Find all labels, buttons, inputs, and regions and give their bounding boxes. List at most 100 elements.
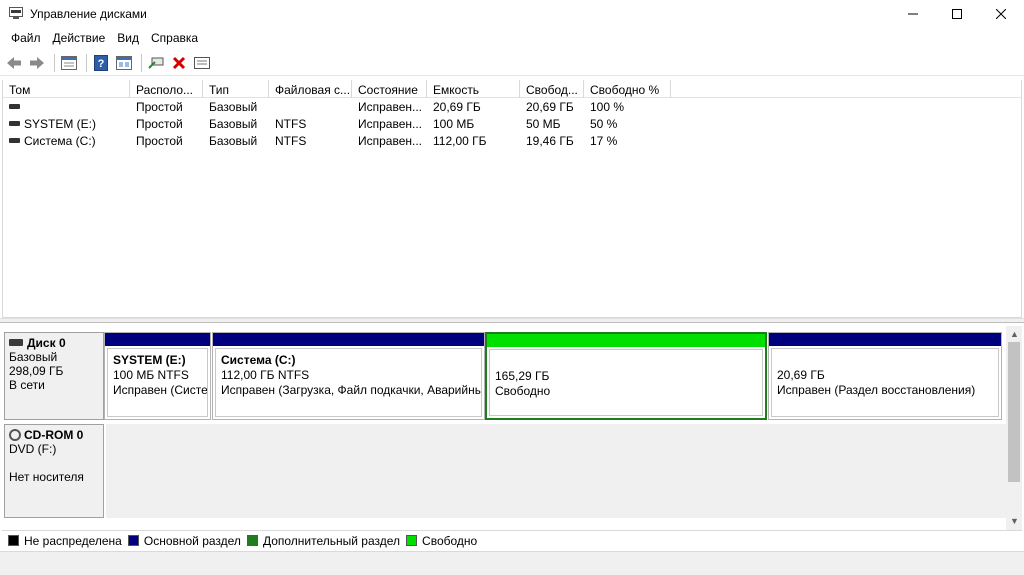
- partition-size: 100 МБ NTFS: [113, 368, 189, 382]
- view-button[interactable]: [114, 53, 134, 73]
- cdrom-empty-area: [106, 424, 1006, 518]
- maximize-button[interactable]: [934, 0, 980, 28]
- legend-extended: Дополнительный раздел: [246, 533, 401, 548]
- volume-list-header: Том Располо... Тип Файловая с... Состоян…: [3, 80, 1021, 98]
- partition-recovery[interactable]: 20,69 ГБ Исправен (Раздел восстановления…: [768, 332, 1002, 420]
- toolbar: ?: [0, 50, 1024, 76]
- legend-label: Дополнительный раздел: [262, 533, 401, 548]
- cell-filesystem: NTFS: [275, 117, 307, 131]
- close-button[interactable]: [978, 0, 1024, 28]
- column-header-status[interactable]: Состояние: [352, 80, 427, 98]
- legend-swatch: [406, 535, 418, 546]
- column-header-filesystem[interactable]: Файловая с...: [269, 80, 352, 98]
- legend-label: Свободно: [422, 533, 478, 548]
- window-title: Управление дисками: [30, 7, 147, 21]
- partition-primary-bar: [213, 333, 484, 346]
- legend: Не распределена Основной раздел Дополнит…: [2, 530, 1022, 550]
- menu-file[interactable]: Файл: [5, 28, 47, 48]
- help-icon: ?: [94, 54, 108, 71]
- legend-swatch: [246, 535, 258, 546]
- close-icon: [996, 9, 1006, 19]
- volume-icon: [9, 121, 20, 126]
- partition-free-bar: [487, 334, 765, 347]
- list-button[interactable]: [192, 53, 212, 73]
- column-header-capacity[interactable]: Емкость: [427, 80, 520, 98]
- disk-name: CD-ROM 0: [24, 428, 84, 442]
- partition-name: [495, 354, 757, 369]
- cell-layout: Простой: [136, 134, 183, 148]
- cell-volume: [3, 98, 130, 115]
- menu-bar: Файл Действие Вид Справка: [0, 28, 1024, 48]
- disk-management-icon: [9, 7, 23, 19]
- partition-body: Система (C:) 112,00 ГБ NTFS Исправен (За…: [215, 348, 482, 417]
- legend-unallocated: Не распределена: [8, 534, 122, 548]
- partition-primary-bar: [105, 333, 210, 346]
- partition-name: Система (C:): [221, 353, 296, 367]
- cell-layout: Простой: [136, 117, 183, 131]
- forward-button[interactable]: [27, 53, 47, 73]
- cell-layout: Простой: [136, 100, 183, 114]
- disk-size: [9, 456, 99, 470]
- legend-swatch: [127, 535, 139, 546]
- partition-size: 20,69 ГБ: [777, 368, 825, 382]
- properties-icon: [61, 55, 77, 70]
- cd-rom-icon: [9, 429, 21, 441]
- table-row[interactable]: Простой Базовый Исправен... 20,69 ГБ 20,…: [3, 98, 1021, 115]
- cell-percent-free: 100 %: [590, 100, 625, 114]
- forward-arrow-icon: [30, 56, 44, 69]
- title-bar: Управление дисками: [0, 0, 1024, 28]
- partition-free-space[interactable]: 165,29 ГБ Свободно: [485, 332, 767, 420]
- toolbar-separator: [141, 53, 142, 72]
- partition-body: SYSTEM (E:) 100 МБ NTFS Исправен (Систем: [107, 348, 208, 417]
- partition-name: [777, 353, 993, 368]
- connect-button[interactable]: [146, 53, 166, 73]
- volume-icon: [9, 104, 20, 109]
- minimize-icon: [908, 13, 918, 15]
- list-icon: [194, 56, 210, 69]
- scroll-up-icon[interactable]: ▲: [1010, 329, 1019, 339]
- disk-view-scrollbar[interactable]: ▲ ▼: [1006, 326, 1022, 530]
- column-header-layout[interactable]: Располо...: [130, 80, 203, 98]
- cell-filesystem: NTFS: [275, 134, 307, 148]
- disk-0-label[interactable]: Диск 0 Базовый 298,09 ГБ В сети: [4, 332, 104, 420]
- properties-button[interactable]: [59, 53, 79, 73]
- menu-action[interactable]: Действие: [47, 28, 112, 48]
- pane-splitter[interactable]: [0, 318, 1024, 323]
- delete-icon: [172, 56, 186, 69]
- table-row[interactable]: Система (C:) Простой Базовый NTFS Исправ…: [3, 132, 1021, 149]
- column-header-percent-free[interactable]: Свободно %: [584, 80, 671, 98]
- column-header-volume[interactable]: Том: [3, 80, 130, 98]
- cell-percent-free: 50 %: [590, 117, 618, 131]
- toolbar-separator: [54, 53, 55, 72]
- cell-type: Базовый: [209, 134, 258, 148]
- cell-type: Базовый: [209, 117, 258, 131]
- menu-help[interactable]: Справка: [145, 28, 204, 48]
- cell-type: Базовый: [209, 100, 258, 114]
- disk-name: Диск 0: [27, 336, 66, 350]
- cdrom-0-label[interactable]: CD-ROM 0 DVD (F:) Нет носителя: [4, 424, 104, 518]
- partition-primary-bar: [769, 333, 1001, 346]
- back-button[interactable]: [4, 53, 24, 73]
- volume-list[interactable]: Том Располо... Тип Файловая с... Состоян…: [2, 80, 1022, 318]
- disk-status: В сети: [9, 378, 45, 392]
- help-button[interactable]: ?: [91, 53, 111, 73]
- disk-size: 298,09 ГБ: [9, 364, 64, 378]
- cell-capacity: 100 МБ: [433, 117, 475, 131]
- minimize-button[interactable]: [890, 0, 936, 28]
- partition-system-c[interactable]: Система (C:) 112,00 ГБ NTFS Исправен (За…: [212, 332, 485, 420]
- cell-volume: Система (C:): [3, 132, 130, 149]
- partition-status: Исправен (Систем: [113, 383, 208, 397]
- partition-status: Свободно: [495, 384, 551, 398]
- view-icon: [116, 55, 132, 70]
- table-row[interactable]: SYSTEM (E:) Простой Базовый NTFS Исправе…: [3, 115, 1021, 132]
- delete-button[interactable]: [169, 53, 189, 73]
- menu-view[interactable]: Вид: [111, 28, 145, 48]
- partition-system-e[interactable]: SYSTEM (E:) 100 МБ NTFS Исправен (Систем: [104, 332, 211, 420]
- partition-status: Исправен (Загрузка, Файл подкачки, Авари…: [221, 383, 482, 397]
- legend-label: Не распределена: [24, 533, 122, 548]
- column-header-free-space[interactable]: Свобод...: [520, 80, 584, 98]
- column-header-type[interactable]: Тип: [203, 80, 269, 98]
- scrollbar-thumb[interactable]: [1008, 342, 1020, 482]
- disk-status: Нет носителя: [9, 470, 84, 484]
- scroll-down-icon[interactable]: ▼: [1010, 516, 1019, 526]
